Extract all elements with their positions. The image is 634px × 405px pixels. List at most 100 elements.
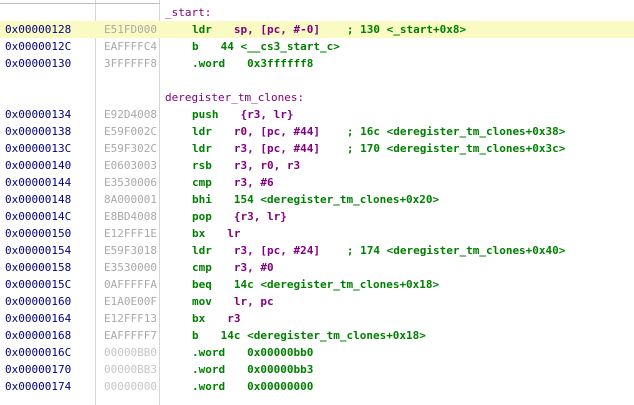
mnemonic: ldr [192,21,212,38]
instruction-cell: .word 0x00000bb0 [159,344,634,361]
address-cell: 0x00000160 [0,293,96,310]
mnemonic: ldr [192,140,212,157]
operands: r3, [pc, #44] [234,140,347,157]
mnemonic: ldr [192,242,212,259]
mnemonic: ldr [192,123,212,140]
operands: r0, [pc, #44] [234,123,347,140]
address-cell: 0x0000013C [0,140,96,157]
operands: r3 [227,310,340,327]
instruction-line: bxr3 [165,312,340,325]
instruction-line: rsbr3, r0, r3 [165,159,347,172]
address-cell: 0x00000164 [0,310,96,327]
disassembly-row[interactable]: 0x00000138E59F002Cldrr0, [pc, #44]; 16c … [0,123,634,140]
instruction-cell: ldrr3, [pc, #24]; 174 <deregister_tm_clo… [159,242,634,259]
operands: 0x00000bb0 [247,344,360,361]
disassembly-view: _start:0x00000128E51FD000ldrsp, [pc, #-0… [0,0,634,405]
opcode-cell [96,4,159,21]
disassembly-row[interactable]: 0x0000017000000BB3.word0x00000bb3 [0,361,634,378]
operands: lr [227,225,340,242]
disassembly-row[interactable]: 0x00000128E51FD000ldrsp, [pc, #-0]; 130 … [0,21,634,38]
operands: lr, pc [234,293,347,310]
instruction-line: bxlr [165,227,340,240]
mnemonic: pop [192,208,212,225]
label-row[interactable]: _start: [0,4,634,21]
disassembly-row[interactable]: 0x000001303FFFFFF8.word0x3ffffff8 [0,55,634,72]
instruction-line: beq14c <deregister_tm_clones+0x18> [165,278,439,291]
opcode-cell: E59F3018 [96,242,159,259]
disassembly-row[interactable]: 0x00000168EAFFFFF7b14c <deregister_tm_cl… [0,327,634,344]
address-cell: 0x00000158 [0,259,96,276]
address-cell: 0x00000140 [0,157,96,174]
address-cell: 0x00000174 [0,378,96,395]
opcode-cell [96,89,159,106]
disassembly-row[interactable]: 0x0000015C0AFFFFFA beq14c <deregister_tm_… [0,276,634,293]
address-cell: 0x0000015C [0,276,96,293]
instruction-line: cmp r3, #0 [165,261,347,274]
instruction-cell: bhi154 <deregister_tm_clones+0x20> [159,191,634,208]
address-cell: 0x00000130 [0,55,96,72]
operands: r3, #6 [234,174,347,191]
comment: ; 16c <deregister_tm_clones+0x38> [347,125,566,138]
symbol-label: deregister_tm_clones: [165,91,304,104]
mnemonic: .word [192,344,225,361]
mnemonic: cmp [192,174,212,191]
disassembly-row[interactable]: 0x0000012CEAFFFFC4b44 <__cs3_start_c> [0,38,634,55]
instruction-cell: .word0x00000000 [159,378,634,395]
operands: 154 <deregister_tm_clones+0x20> [234,191,439,208]
address-cell: 0x00000144 [0,174,96,191]
opcode-cell: 0AFFFFFA [96,276,159,293]
mnemonic: cmp [192,259,212,276]
mnemonic: push [192,106,219,123]
disassembly-row[interactable]: 0x0000014CE8BD4008pop{r3, lr} [0,208,634,225]
opcode-cell: E3530006 [96,174,159,191]
opcode-cell: E3530000 [96,259,159,276]
instruction-line: ldr r0, [pc, #44]; 16c <deregister_tm_clo… [165,125,565,138]
operands: {r3, lr} [241,106,354,123]
disassembly-row[interactable]: 0x0000013CE59F302C ldr r3, [pc, #44]; 170 … [0,140,634,157]
instruction-cell: ldr r0, [pc, #44]; 16c <deregister_tm_clo… [159,123,634,140]
comment: ; 130 <_start+0x8> [347,23,466,36]
disassembly-row[interactable]: 0x00000160E1A0E00Fmovlr, pc [0,293,634,310]
disassembly-row[interactable]: 0x00000134E92D4008push{r3, lr} [0,106,634,123]
instruction-line: b14c <deregister_tm_clones+0x18> [165,329,426,342]
address-cell: 0x00000170 [0,361,96,378]
instruction-cell: cmp r3, #6 [159,174,634,191]
opcode-cell: E51FD000 [96,21,159,38]
operands: r3, [pc, #24] [234,242,347,259]
operands: r3, r0, r3 [234,157,347,174]
instruction-cell: ldr sp, [pc, #-0]; 130 <_start+0x8> [159,21,634,38]
opcode-cell: E0603003 [96,157,159,174]
label-row[interactable]: deregister_tm_clones: [0,89,634,106]
comment: ; 170 <deregister_tm_clones+0x3c> [347,142,566,155]
address-cell: 0x0000012C [0,38,96,55]
instruction-cell: b14c <deregister_tm_clones+0x18> [159,327,634,344]
opcode-cell: 8A000001 [96,191,159,208]
disassembly-row[interactable]: 0x0000016C00000BB0.word0x00000bb0 [0,344,634,361]
opcode-cell: E92D4008 [96,106,159,123]
address-cell: 0x00000148 [0,191,96,208]
disassembly-row[interactable]: 0x0000017400000000.word0x00000000 [0,378,634,395]
opcode-cell: E59F302C [96,140,159,157]
opcode-cell: EAFFFFF7 [96,327,159,344]
instruction-cell: bxlr [159,225,634,242]
disassembly-row[interactable]: 0x00000158E3530000 cmp r3, #0 [0,259,634,276]
address-cell: 0x0000014C [0,208,96,225]
disassembly-row[interactable]: 0x00000140E0603003 rsbr3, r0, r3 [0,157,634,174]
instruction-line: .word0x00000000 [165,380,360,393]
operands: r3, #0 [234,259,347,276]
mnemonic: .word [192,55,225,72]
address-cell: 0x00000154 [0,242,96,259]
instruction-line: movlr, pc [165,295,347,308]
instruction-cell: bxr3 [159,310,634,327]
disassembly-row[interactable]: 0x00000150E12FFF1Ebxlr [0,225,634,242]
disassembly-row[interactable]: 0x00000164E12FFF13bxr3 [0,310,634,327]
operands: sp, [pc, #-0] [234,21,347,38]
opcode-cell: 00000BB3 [96,361,159,378]
opcode-cell: E8BD4008 [96,208,159,225]
disassembly-rows: _start:0x00000128E51FD000ldrsp, [pc, #-0… [0,4,634,395]
disassembly-row[interactable]: 0x000001488A000001bhi154 <deregister_tm_… [0,191,634,208]
operands: 0x00000bb3 [247,361,360,378]
instruction-line: b44 <__cs3_start_c> [165,40,340,53]
disassembly-row[interactable]: 0x00000144E3530006 cmp r3, #6 [0,174,634,191]
disassembly-row[interactable]: 0x00000154E59F3018ldrr3, [pc, #24]; 174 … [0,242,634,259]
